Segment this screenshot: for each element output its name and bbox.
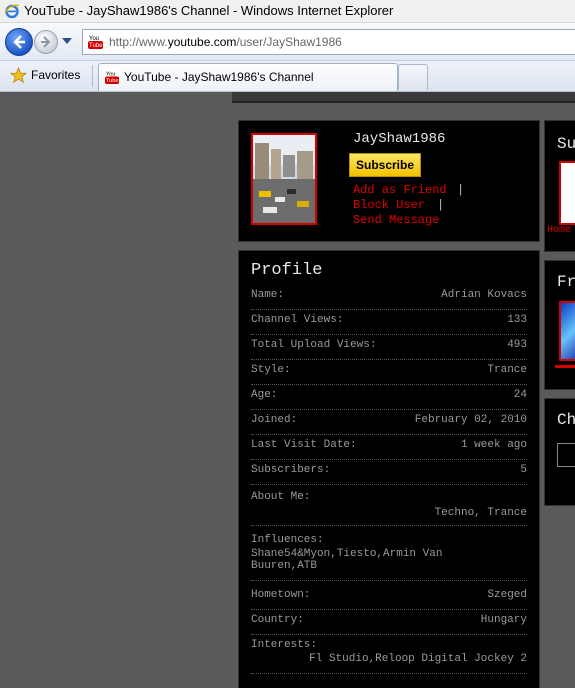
history-dropdown-icon[interactable]: [62, 38, 72, 44]
youtube-favicon-icon: You Tube: [87, 33, 104, 50]
profile-field-subscribers: Subscribers: 5: [251, 464, 527, 485]
influences-value-line2: Buuren,ATB: [251, 560, 318, 572]
svg-text:You: You: [106, 72, 116, 78]
profile-title: Profile: [251, 261, 323, 280]
favorites-button[interactable]: Favorites: [31, 68, 80, 82]
page-content: JayShaw1986 Subscribe Add as Friend | Bl…: [0, 92, 575, 688]
add-friend-link[interactable]: Add as Friend: [353, 183, 447, 197]
toolbar-separator: [92, 65, 93, 87]
link-separator: |: [457, 183, 465, 197]
page-top-strip: [232, 92, 575, 103]
profile-influences: Influences: Shane54&Myon,Tiesto,Armin Va…: [251, 534, 527, 581]
influences-value-line1: Shane54&Myon,Tiesto,Armin Van: [251, 548, 443, 560]
window-title: YouTube - JayShaw1986's Channel - Window…: [24, 3, 394, 18]
profile-field-country: Country: Hungary: [251, 614, 527, 635]
profile-field-age: Age: 24: [251, 389, 527, 410]
profile-field-channel-views: Channel Views: 133: [251, 314, 527, 335]
forward-button[interactable]: [34, 30, 58, 54]
youtube-favicon-icon: You Tube: [104, 69, 120, 85]
svg-text:You: You: [89, 36, 99, 42]
navigation-bar: You Tube http://www.youtube.com/user/Jay…: [0, 23, 575, 61]
user-info-panel: JayShaw1986 Subscribe Add as Friend | Bl…: [238, 120, 540, 242]
about-label: About Me:: [251, 491, 311, 503]
tab-label: YouTube - JayShaw1986's Channel: [124, 70, 314, 84]
address-url: http://www.youtube.com/user/JayShaw1986: [109, 35, 342, 49]
back-button[interactable]: [5, 28, 33, 56]
profile-field-upload-views: Total Upload Views: 493: [251, 339, 527, 360]
profile-panel: Profile Name: Adrian Kovacs Channel Views…: [238, 250, 540, 688]
window-titlebar: YouTube - JayShaw1986's Channel - Window…: [0, 0, 575, 23]
profile-about-me: About Me: Techno, Trance: [251, 491, 527, 526]
channel-search-input[interactable]: [557, 443, 575, 467]
arrow-left-icon: [13, 35, 25, 49]
link-separator: |: [437, 198, 445, 212]
svg-text:Tube: Tube: [106, 78, 119, 84]
friends-panel: Fr: [544, 260, 575, 390]
friend-link[interactable]: [555, 365, 575, 368]
profile-field-joined: Joined: February 02, 2010: [251, 414, 527, 435]
subscription-thumbnail[interactable]: [559, 161, 575, 225]
friend-thumbnail[interactable]: [559, 301, 575, 361]
avatar[interactable]: [251, 133, 317, 225]
arrow-right-icon: [41, 36, 51, 48]
subscriptions-panel: Su Home: [544, 120, 575, 252]
about-value: Techno, Trance: [434, 507, 527, 519]
profile-field-last-visit: Last Visit Date: 1 week ago: [251, 439, 527, 460]
favorites-star-icon: [10, 67, 27, 84]
interests-value: Fl Studio,Reloop Digital Jockey 2: [309, 653, 527, 665]
tab-youtube-channel[interactable]: You Tube YouTube - JayShaw1986's Channel: [98, 63, 398, 91]
channels-panel: Ch: [544, 398, 575, 506]
channel-username: JayShaw1986: [353, 131, 446, 147]
address-bar[interactable]: You Tube http://www.youtube.com/user/Jay…: [82, 29, 575, 55]
channel-thumbnail-image: [253, 135, 315, 223]
subscription-link[interactable]: Home: [547, 225, 571, 236]
friends-title: Fr: [557, 273, 575, 291]
profile-field-hometown: Hometown: Szeged: [251, 589, 527, 610]
profile-interests: Interests: Fl Studio,Reloop Digital Jock…: [251, 639, 527, 674]
subscribe-button[interactable]: Subscribe: [349, 153, 421, 177]
svg-text:Tube: Tube: [89, 43, 103, 49]
block-user-link[interactable]: Block User: [353, 198, 425, 212]
profile-field-style: Style: Trance: [251, 364, 527, 385]
profile-field-name: Name: Adrian Kovacs: [251, 289, 527, 310]
channels-title: Ch: [557, 411, 575, 429]
subscriptions-title: Su: [557, 135, 575, 153]
influences-label: Influences:: [251, 534, 324, 546]
favorites-bar: Favorites You Tube YouTube - JayShaw1986…: [0, 61, 575, 92]
new-tab-button[interactable]: [398, 64, 428, 90]
internet-explorer-icon: [4, 4, 20, 19]
interests-label: Interests:: [251, 639, 318, 651]
send-message-link[interactable]: Send Message: [353, 213, 439, 227]
